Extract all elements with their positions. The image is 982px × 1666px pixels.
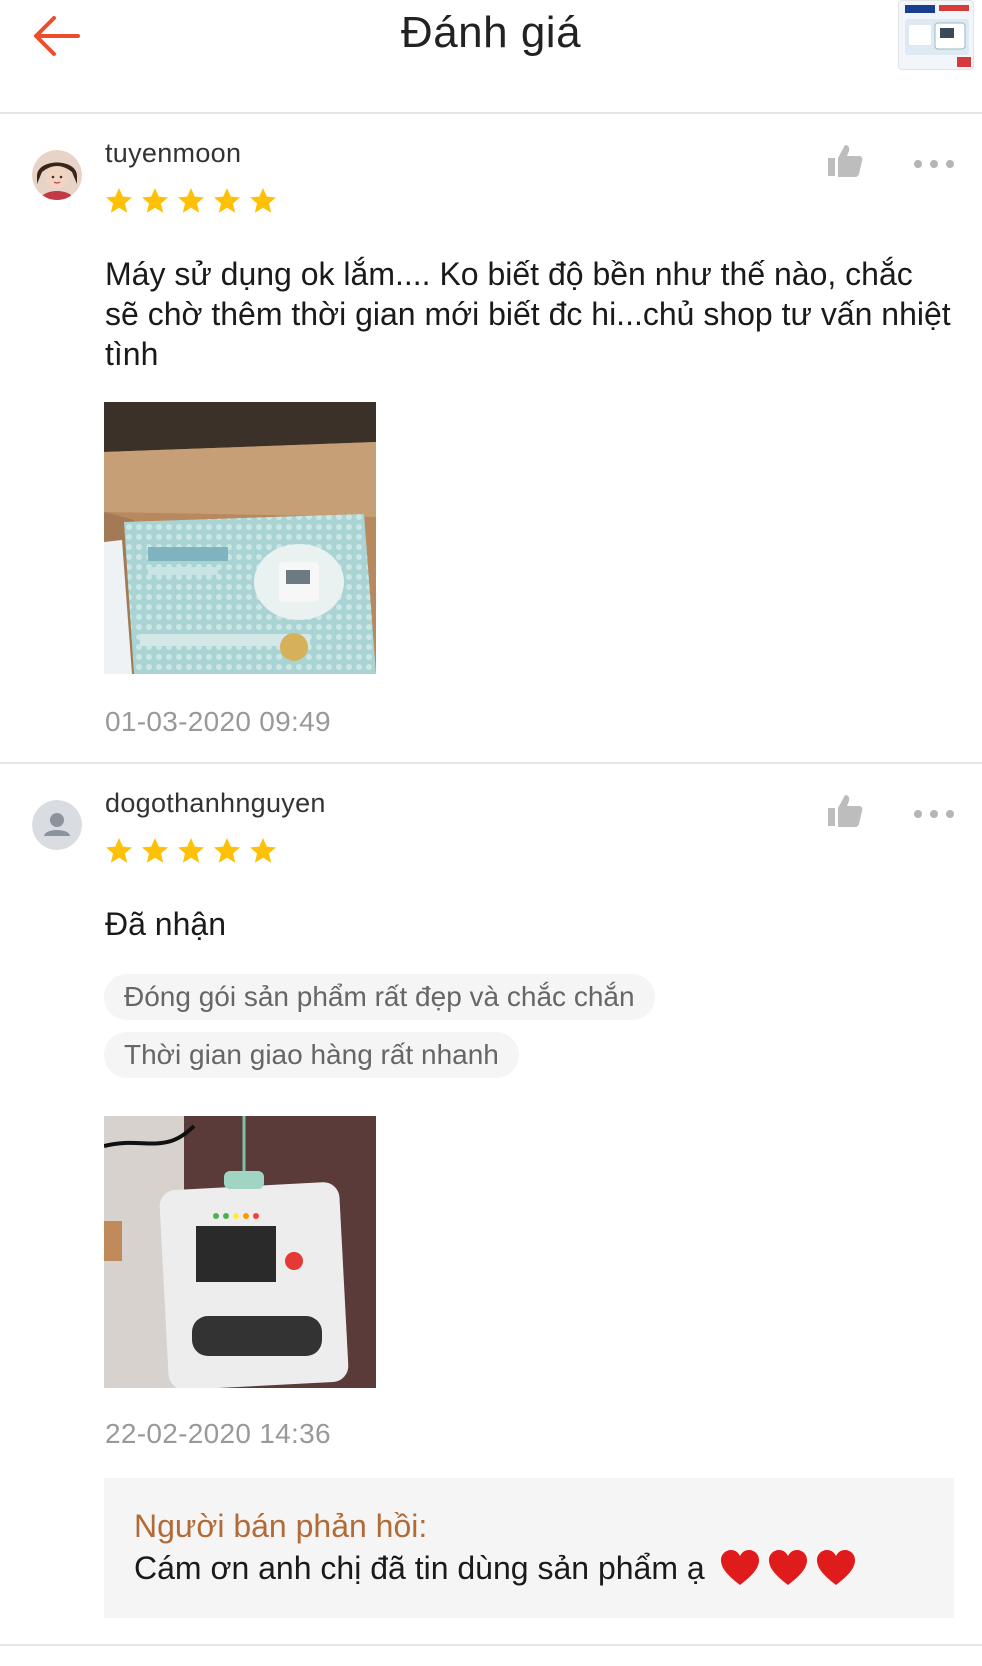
- thumbs-up-icon[interactable]: [826, 792, 864, 830]
- star-icon: [212, 186, 242, 216]
- heart-emoji-group: [719, 1548, 857, 1588]
- star-icon: [248, 186, 278, 216]
- heart-icon: [815, 1548, 857, 1588]
- seller-reply: Người bán phản hồi: Cám ơn anh chị đã ti…: [104, 1478, 954, 1618]
- star-rating: [104, 836, 278, 866]
- star-icon: [140, 186, 170, 216]
- review-tag: Thời gian giao hàng rất nhanh: [104, 1032, 519, 1078]
- more-options-icon[interactable]: [912, 154, 956, 174]
- review-timestamp: 01-03-2020 09:49: [105, 706, 331, 737]
- seller-reply-text: Cám ơn anh chị đã tin dùng sản phẩm ạ: [134, 1550, 705, 1586]
- top-bar: Đánh giá: [0, 0, 982, 114]
- heart-icon: [719, 1548, 761, 1588]
- seller-reply-text-row: Cám ơn anh chị đã tin dùng sản phẩm ạ: [134, 1546, 924, 1590]
- heart-icon: [767, 1548, 809, 1588]
- reviewer-name: tuyenmoon: [105, 138, 242, 168]
- more-options-icon[interactable]: [912, 804, 956, 824]
- review-tag: Đóng gói sản phẩm rất đẹp và chắc chắn: [104, 974, 655, 1020]
- product-thumbnail[interactable]: [898, 0, 974, 70]
- avatar[interactable]: [32, 800, 82, 850]
- review-text: Máy sử dụng ok lắm.... Ko biết độ bền nh…: [105, 256, 951, 372]
- review-photo[interactable]: [104, 1116, 376, 1388]
- star-rating: [104, 186, 278, 216]
- review-item: tuyenmoon Máy sử dụng ok lắm.... Ko biết…: [0, 116, 982, 764]
- star-icon: [104, 186, 134, 216]
- reviewer-name: dogothanhnguyen: [105, 788, 326, 818]
- star-icon: [104, 836, 134, 866]
- thumbs-up-icon[interactable]: [826, 142, 864, 180]
- star-icon: [140, 836, 170, 866]
- review-photo[interactable]: [104, 402, 376, 674]
- page-title: Đánh giá: [400, 8, 582, 57]
- review-text: Đã nhận: [105, 906, 226, 942]
- star-icon: [212, 836, 242, 866]
- star-icon: [176, 186, 206, 216]
- star-icon: [248, 836, 278, 866]
- review-timestamp: 22-02-2020 14:36: [105, 1418, 331, 1449]
- avatar[interactable]: [32, 150, 82, 200]
- review-item: dogothanhnguyen Đã nhận Đóng gói sản phẩ…: [0, 766, 982, 1646]
- star-icon: [176, 836, 206, 866]
- seller-reply-label: Người bán phản hồi:: [134, 1508, 428, 1544]
- reviews-screen: Đánh giá tuyenmoon Máy sử dụng ok lắm...…: [0, 0, 982, 1666]
